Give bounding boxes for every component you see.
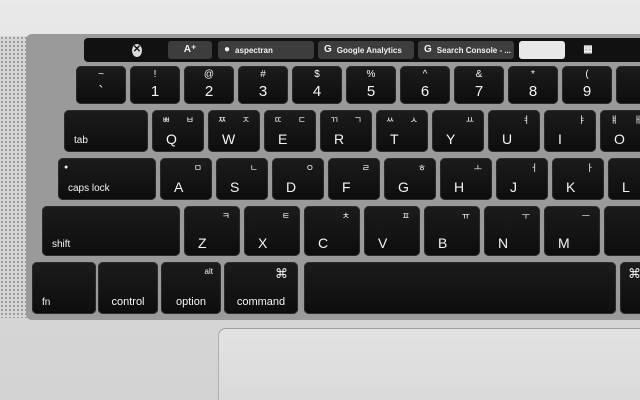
key-v[interactable]: ㅍ V — [364, 206, 420, 256]
key-q[interactable]: ㅃ ㅂ Q — [152, 110, 204, 152]
key-backtick[interactable]: ~ ` — [76, 66, 126, 104]
touch-bar-tab-label: Search Console - ... — [436, 45, 512, 55]
panel-icon: ▦ — [583, 44, 593, 55]
github-icon: ● — [224, 44, 231, 55]
key-command-right[interactable]: ⌘ — [620, 262, 640, 314]
key-comma[interactable] — [604, 206, 640, 256]
touch-bar-panel-button[interactable]: ▦ — [572, 41, 604, 59]
touch-bar-tab-label: Google Analytics — [336, 45, 402, 55]
accessibility-icon: A⁺ — [183, 44, 197, 55]
key-2[interactable]: @ 2 — [184, 66, 234, 104]
key-u[interactable]: ㅕ U — [488, 110, 540, 152]
key-1[interactable]: ! 1 — [130, 66, 180, 104]
key-shift[interactable]: shift — [42, 206, 180, 256]
key-tab[interactable]: tab — [64, 110, 148, 152]
key-a[interactable]: ㅁ A — [160, 158, 212, 200]
key-h[interactable]: ㅗ H — [440, 158, 492, 200]
command-icon: ⌘ — [275, 266, 288, 281]
key-command-left[interactable]: ⌘ command — [224, 262, 298, 314]
key-m[interactable]: ㅡ M — [544, 206, 600, 256]
close-icon: ✕ — [132, 43, 142, 57]
key-control[interactable]: control — [98, 262, 158, 314]
touch-bar: ✕ A⁺ ● aspectran G Google Analytics G Se… — [84, 38, 640, 62]
touch-bar-close-button[interactable]: ✕ — [126, 41, 148, 59]
key-4[interactable]: $ 4 — [292, 66, 342, 104]
touch-bar-accessibility-button[interactable]: A⁺ — [168, 41, 212, 59]
command-icon: ⌘ — [628, 266, 640, 281]
key-fn[interactable]: fn — [32, 262, 96, 314]
google-g-icon: G — [324, 44, 332, 55]
key-f[interactable]: ㄹ F — [328, 158, 380, 200]
key-6[interactable]: ^ 6 — [400, 66, 450, 104]
key-d[interactable]: ㅇ D — [272, 158, 324, 200]
key-l[interactable]: ㅣ L — [608, 158, 640, 200]
key-space[interactable] — [304, 262, 616, 314]
key-5[interactable]: % 5 — [346, 66, 396, 104]
touch-bar-tab-google-analytics[interactable]: G Google Analytics — [318, 41, 414, 59]
touch-bar-apple-button[interactable] — [519, 41, 565, 59]
macbook-keyboard-photo: ✕ A⁺ ● aspectran G Google Analytics G Se… — [0, 0, 640, 400]
touch-bar-tab-aspectran[interactable]: ● aspectran — [218, 41, 314, 59]
key-j[interactable]: ㅓ J — [496, 158, 548, 200]
key-r[interactable]: ㄲ ㄱ R — [320, 110, 372, 152]
key-caps-lock[interactable]: ● caps lock — [58, 158, 156, 200]
touch-bar-tab-label: aspectran — [235, 45, 273, 55]
key-0[interactable] — [616, 66, 640, 104]
google-g-icon: G — [424, 44, 432, 55]
key-e[interactable]: ㄸ ㄷ E — [264, 110, 316, 152]
key-o[interactable]: ㅒ ㅐ O — [600, 110, 640, 152]
key-y[interactable]: ㅛ Y — [432, 110, 484, 152]
key-k[interactable]: ㅏ K — [552, 158, 604, 200]
caps-lock-indicator-icon: ● — [64, 164, 69, 171]
key-c[interactable]: ㅊ C — [304, 206, 360, 256]
key-s[interactable]: ㄴ S — [216, 158, 268, 200]
key-z[interactable]: ㅋ Z — [184, 206, 240, 256]
key-i[interactable]: ㅑ I — [544, 110, 596, 152]
key-n[interactable]: ㅜ N — [484, 206, 540, 256]
key-3[interactable]: # 3 — [238, 66, 288, 104]
key-9[interactable]: ( 9 — [562, 66, 612, 104]
touch-bar-tab-search-console[interactable]: G Search Console - ... — [418, 41, 514, 59]
key-7[interactable]: & 7 — [454, 66, 504, 104]
key-t[interactable]: ㅆ ㅅ T — [376, 110, 428, 152]
key-option[interactable]: alt option — [161, 262, 221, 314]
key-b[interactable]: ㅠ B — [424, 206, 480, 256]
key-w[interactable]: ㅉ ㅈ W — [208, 110, 260, 152]
key-8[interactable]: * 8 — [508, 66, 558, 104]
trackpad[interactable] — [218, 328, 640, 400]
key-g[interactable]: ㅎ G — [384, 158, 436, 200]
key-x[interactable]: ㅌ X — [244, 206, 300, 256]
